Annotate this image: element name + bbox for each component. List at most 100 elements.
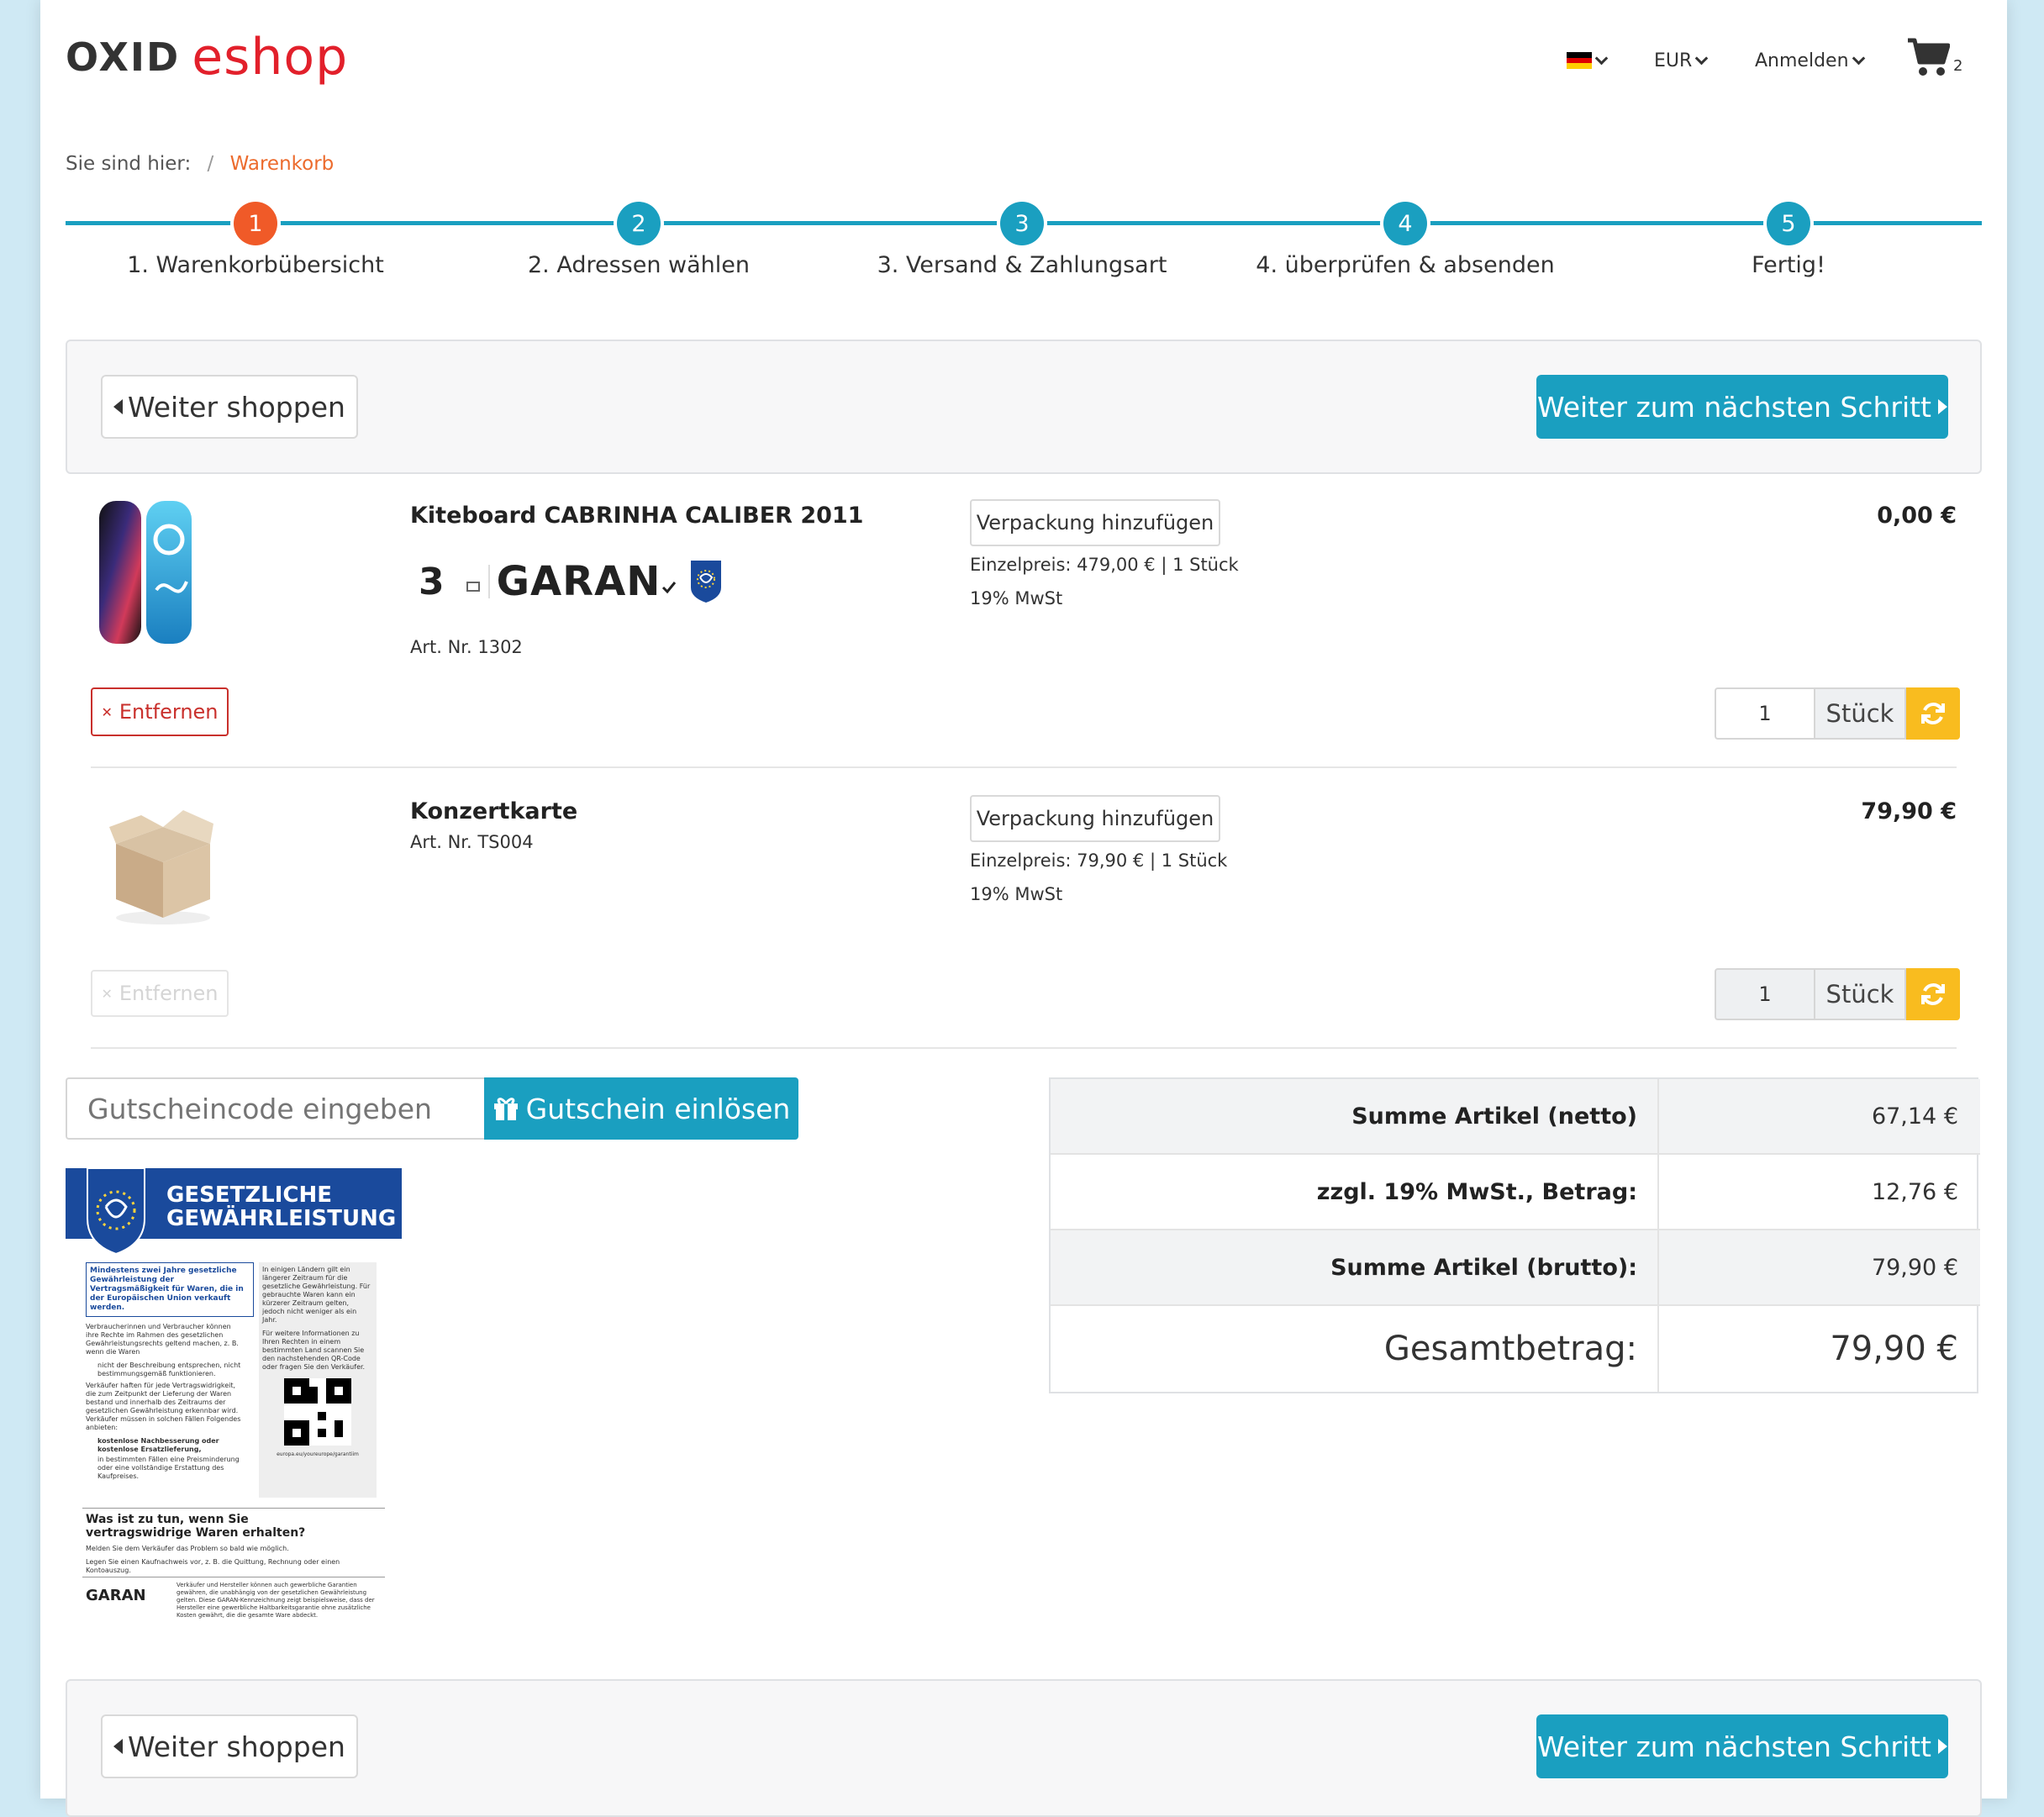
- breadcrumb-prefix: Sie sind hier:: [66, 153, 192, 175]
- item-price: 0,00 €: [1877, 503, 1957, 529]
- update-quantity-button[interactable]: [1906, 968, 1960, 1020]
- item-vat: 19% MwSt: [970, 588, 1063, 608]
- page: OXID eshop EUR Anmelden 2 Sie sind hier:…: [40, 0, 2007, 1817]
- login-label: Anmelden: [1755, 50, 1849, 71]
- item-artnr: Art. Nr. TS004: [410, 832, 534, 852]
- product-image-konzertkarte[interactable]: [104, 793, 222, 931]
- item-artnr: Art. Nr. 1302: [410, 637, 523, 657]
- totals-row-gross: Summe Artikel (brutto): 79,90 €: [1051, 1230, 1980, 1306]
- totals-label: Summe Artikel (brutto):: [1051, 1230, 1659, 1304]
- caret-right-icon: [1938, 399, 1947, 414]
- legal-body-text-1: Verbraucherinnen und Verbraucher können …: [86, 1323, 239, 1356]
- step-4-marker: 4: [1383, 202, 1427, 245]
- next-step-button[interactable]: Weiter zum nächsten Schritt: [1536, 1714, 1948, 1778]
- totals-label: Summe Artikel (netto): [1051, 1079, 1659, 1153]
- remove-item-button[interactable]: ✕ Entfernen: [91, 970, 229, 1017]
- legal-step-1: Melden Sie dem Verkäufer das Problem so …: [86, 1545, 289, 1552]
- refresh-icon: [1921, 703, 1945, 724]
- logo-oxid: OXID: [66, 34, 181, 80]
- add-gift-wrap-button[interactable]: Verpackung hinzufügen: [970, 795, 1220, 842]
- item-price: 79,90 €: [1861, 798, 1957, 824]
- breadcrumb-current[interactable]: Warenkorb: [230, 153, 335, 175]
- step-2-label: 2. Adressen wählen: [527, 252, 750, 278]
- shop-logo[interactable]: OXID eshop: [66, 24, 348, 91]
- cart-totals-table: Summe Artikel (netto) 67,14 € zzgl. 19% …: [1049, 1077, 1980, 1393]
- update-quantity-button[interactable]: [1906, 687, 1960, 740]
- close-icon: ✕: [101, 703, 113, 720]
- cart-count: 2: [1953, 57, 1963, 75]
- voucher-code-input[interactable]: [66, 1077, 484, 1140]
- quantity-control: 1 Stück: [1715, 968, 1960, 1020]
- logo-eshop: eshop: [192, 28, 349, 87]
- redeem-voucher-label: Gutschein einlösen: [525, 1092, 791, 1125]
- qr-code-icon: [284, 1378, 351, 1446]
- item-title[interactable]: Konzertkarte: [410, 798, 577, 824]
- eu-guarantee-shield-icon: [87, 1168, 145, 1256]
- item-vat: 19% MwSt: [970, 884, 1063, 904]
- step-5-marker: 5: [1767, 202, 1810, 245]
- legal-guarantee-body: Mindestens zwei Jahre gesetzliche Gewähr…: [82, 1262, 385, 1619]
- step-4-label: 4. überprüfen & absenden: [1256, 252, 1555, 278]
- legal-intro: Mindestens zwei Jahre gesetzliche Gewähr…: [86, 1262, 254, 1317]
- next-step-label: Weiter zum nächsten Schritt: [1537, 390, 1931, 424]
- totals-value: 12,76 €: [1871, 1178, 1958, 1205]
- garan-label: GARAN: [496, 558, 661, 605]
- checkmark-icon: [662, 582, 677, 594]
- legal-title-line1: GESETZLICHE: [166, 1182, 333, 1208]
- totals-row-grand-total: Gesamtbetrag: 79,90 €: [1051, 1306, 1980, 1392]
- item-divider: [91, 766, 1957, 768]
- quantity-control: 1 Stück: [1715, 687, 1960, 740]
- chevron-down-icon: [1594, 51, 1609, 65]
- quantity-unit: Stück: [1814, 687, 1906, 740]
- login-menu[interactable]: Anmelden: [1755, 44, 1865, 77]
- continue-shopping-label: Weiter shoppen: [128, 1730, 345, 1763]
- legal-right-text-2: Für weitere Informationen zu Ihren Recht…: [262, 1330, 366, 1371]
- remove-label: Entfernen: [119, 982, 219, 1005]
- shopping-cart-icon: [1908, 38, 1951, 76]
- legal-what-title: Was ist zu tun, wenn Sie vertragswidrige…: [86, 1513, 306, 1540]
- legal-bullet-3: in bestimmten Fällen eine Preisminderung…: [97, 1456, 240, 1480]
- language-select[interactable]: [1567, 44, 1609, 77]
- currency-select[interactable]: EUR: [1654, 44, 1709, 77]
- redeem-voucher-button[interactable]: Gutschein einlösen: [484, 1077, 798, 1140]
- breadcrumb: Sie sind hier: / Warenkorb: [66, 153, 334, 175]
- legal-divider: [82, 1508, 385, 1509]
- item-title[interactable]: Kiteboard CABRINHA CALIBER 2011: [410, 503, 863, 529]
- continue-shopping-button[interactable]: Weiter shoppen: [101, 375, 358, 439]
- refresh-icon: [1921, 983, 1945, 1005]
- legal-url: europa.eu/youreurope/garantiim: [277, 1451, 359, 1457]
- step-3-marker: 3: [1000, 202, 1044, 245]
- close-icon: ✕: [101, 985, 113, 1002]
- next-step-label: Weiter zum nächsten Schritt: [1537, 1730, 1931, 1763]
- remove-item-button[interactable]: ✕ Entfernen: [91, 687, 229, 736]
- german-flag-icon: [1567, 52, 1592, 69]
- totals-value: 67,14 €: [1871, 1103, 1958, 1130]
- legal-garan: GARAN: [86, 1587, 146, 1604]
- chevron-down-icon: [1852, 51, 1865, 65]
- totals-label: zzgl. 19% MwSt., Betrag:: [1051, 1155, 1659, 1229]
- quantity-input[interactable]: 1: [1715, 968, 1814, 1020]
- cart-button[interactable]: 2: [1906, 37, 1962, 81]
- step-1-label[interactable]: 1. Warenkorbübersicht: [62, 252, 449, 278]
- garan-shield-small-icon: [466, 582, 480, 592]
- step-1-marker: 1: [234, 202, 277, 245]
- kiteboard-image: [99, 501, 192, 644]
- continue-shopping-label: Weiter shoppen: [128, 390, 345, 424]
- continue-shopping-button[interactable]: Weiter shoppen: [101, 1714, 358, 1778]
- product-image-kiteboard[interactable]: [92, 498, 202, 652]
- garan-badge: 3 GARAN: [419, 558, 723, 605]
- quantity-unit: Stück: [1814, 968, 1906, 1020]
- item-unit-price: Einzelpreis: 79,90 € | 1 Stück: [970, 851, 1228, 871]
- totals-row-vat: zzgl. 19% MwSt., Betrag: 12,76 €: [1051, 1155, 1980, 1230]
- garan-years: 3: [419, 560, 445, 603]
- caret-left-icon: [113, 399, 124, 414]
- next-step-button[interactable]: Weiter zum nächsten Schritt: [1536, 375, 1948, 439]
- legal-bullet-1: nicht der Beschreibung entsprechen, nich…: [97, 1361, 241, 1377]
- add-gift-wrap-button[interactable]: Verpackung hinzufügen: [970, 499, 1220, 546]
- legal-footer: Verkäufer und Hersteller können auch gew…: [176, 1582, 375, 1619]
- quantity-input[interactable]: 1: [1715, 687, 1814, 740]
- gift-icon: [493, 1098, 518, 1120]
- legal-right-text: In einigen Ländern gilt ein längerer Zei…: [262, 1266, 371, 1324]
- step-2-marker: 2: [617, 202, 661, 245]
- cardboard-box-image: [109, 810, 213, 924]
